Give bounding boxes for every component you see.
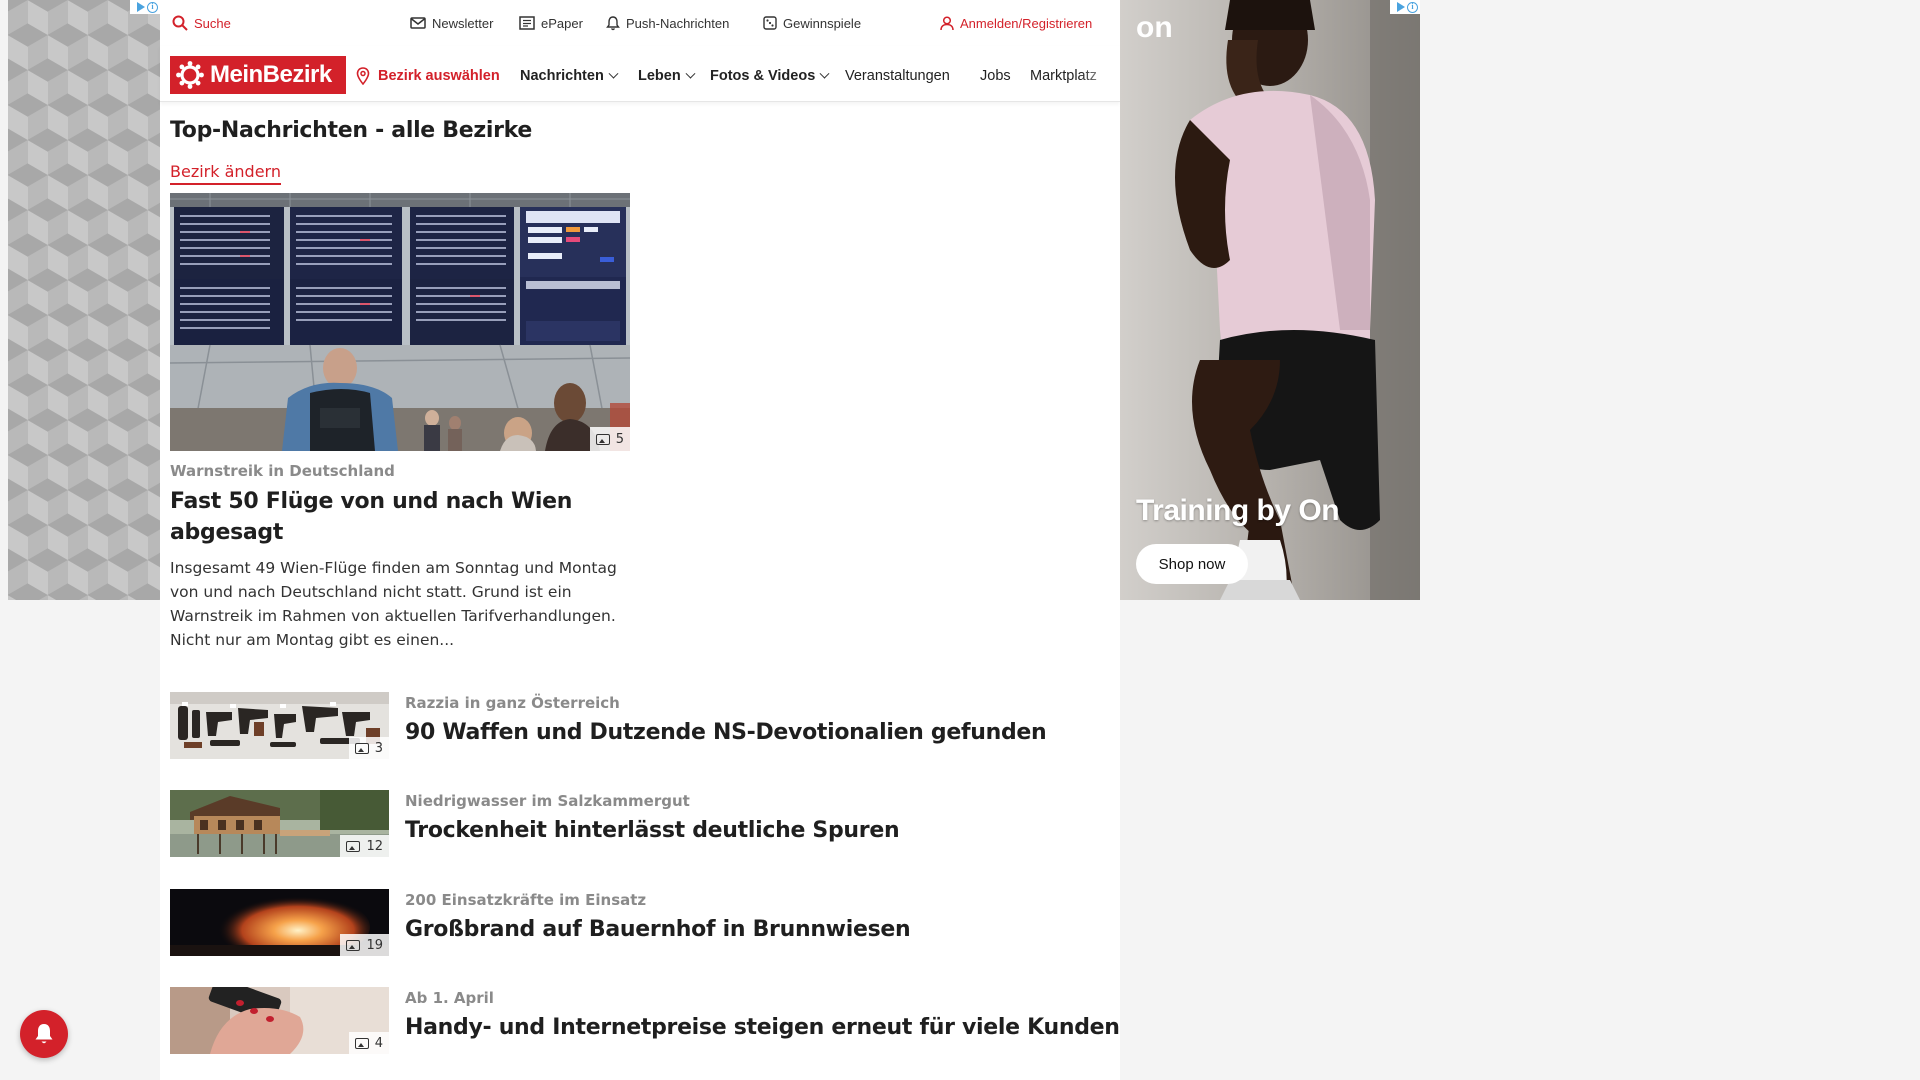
gallery-count-badge: 3 [348,737,389,759]
ad-claim: Training by On [1136,494,1340,527]
select-district-button[interactable]: Bezirk auswählen [356,66,500,86]
nav-item-label: Leben [638,68,681,84]
login-link[interactable]: Anmelden/Registrieren [940,14,1092,32]
chevron-down-icon [685,68,696,79]
nav-item-fotos-videos[interactable]: Fotos & Videos [710,66,830,86]
gallery-count: 3 [374,740,383,756]
select-district-label: Bezirk auswählen [378,68,500,84]
logo-sun-icon [176,61,204,89]
chevron-down-icon [819,68,830,79]
hero-teaser: Insgesamt 49 Wien-Flüge finden am Sonnta… [170,559,617,649]
user-icon [940,15,954,30]
login-label: Anmelden/Registrieren [960,15,1093,31]
newsletter-label: Newsletter [432,15,494,31]
gallery-icon [346,939,361,951]
article-thumbnail[interactable]: 3 [170,692,389,759]
utility-bar: Suche Newsletter ePaper Push-Nachrichten… [160,0,1120,46]
gallery-count: 12 [366,838,383,854]
mail-icon [410,17,426,29]
list-item[interactable]: 4 Ab 1. April Handy- und Internetpreise … [170,987,1120,1055]
search-label: Suche [194,15,231,31]
newspaper-icon [519,16,535,30]
adchoices-info-icon: i [1407,1,1418,13]
adchoices-play-icon [137,2,145,12]
adchoices-badge[interactable]: i [1390,0,1420,14]
push-label: Push-Nachrichten [626,15,730,31]
hero-image[interactable]: 5 [170,193,630,451]
gallery-count: 5 [615,431,624,447]
article-kicker: 200 Einsatzkräfte im Einsatz [405,891,647,909]
gallery-count: 19 [366,937,383,953]
gallery-icon [354,742,369,754]
meinbezirk-logo[interactable]: MeinBezirk [170,56,346,94]
airport-departure-boards-image [170,193,630,451]
nav-item-label: Fotos & Videos [710,68,816,84]
change-district-link[interactable]: Bezirk ändern [170,162,281,185]
main-navigation: MeinBezirk Bezirk auswählen Nachrichten … [160,46,1120,102]
notification-bell-button[interactable] [20,1010,68,1058]
hero-kicker: Warnstreik in Deutschland [170,462,395,480]
article-thumbnail[interactable]: 12 [170,790,389,857]
article-kicker: Razzia in ganz Österreich [405,694,620,712]
article-thumbnail[interactable]: 4 [170,987,389,1054]
gallery-count: 4 [374,1035,383,1051]
bell-icon [35,1024,53,1044]
logo-text: MeinBezirk [210,61,332,88]
gallery-icon [346,840,361,852]
bell-icon [606,15,620,30]
article-headline[interactable]: 90 Waffen und Dutzende NS-Devotionalien … [405,720,1047,745]
push-link[interactable]: Push-Nachrichten [606,14,729,32]
nav-item-label: Jobs [980,68,1011,84]
article-thumbnail[interactable]: 19 [170,889,389,956]
article-kicker: Niedrigwasser im Salzkammergut [405,792,690,810]
list-item[interactable]: 3 Razzia in ganz Österreich 90 Waffen un… [170,692,1110,760]
nav-item-veranstaltungen[interactable]: Veranstaltungen [845,66,950,86]
gallery-count-badge: 4 [348,1032,389,1054]
shop-now-button[interactable]: Shop now [1136,544,1248,584]
nav-item-leben[interactable]: Leben [638,66,696,86]
hero-headline[interactable]: Fast 50 Flüge von und nach Wien abgesagt [170,486,640,548]
nav-item-jobs[interactable]: Jobs [980,66,1011,86]
newsletter-link[interactable]: Newsletter [410,14,493,32]
gallery-count-badge: 12 [340,835,389,857]
contests-label: Gewinnspiele [783,15,862,31]
search-icon [172,15,188,31]
article-headline[interactable]: Trockenheit hinterlässt deutliche Spuren [405,818,900,843]
nav-item-label: Nachrichten [520,68,604,84]
left-ad-banner[interactable]: i [8,0,160,600]
epaper-label: ePaper [541,15,583,31]
list-item[interactable]: 12 Niedrigwasser im Salzkammergut Trocke… [170,790,1110,858]
right-ad-banner[interactable]: i on Training by On Shop now [1120,0,1420,600]
nav-item-nachrichten[interactable]: Nachrichten [520,66,619,86]
dice-icon [763,16,777,30]
page-title: Top-Nachrichten - alle Bezirke [170,118,533,143]
adchoices-badge[interactable]: i [130,0,160,14]
gallery-icon [354,1037,369,1049]
adchoices-info-icon: i [147,1,158,13]
gallery-count-badge: 5 [589,427,630,451]
nav-item-label: Veranstaltungen [845,68,950,84]
search-link[interactable]: Suche [172,14,231,32]
nav-overflow-fade [1080,60,1120,94]
gallery-icon [595,433,610,445]
article-headline[interactable]: Großbrand auf Bauernhof in Brunnwiesen [405,917,911,942]
chevron-down-icon [608,68,619,79]
list-item[interactable]: 19 200 Einsatzkräfte im Einsatz Großbran… [170,889,1110,957]
epaper-link[interactable]: ePaper [519,14,583,32]
article-headline[interactable]: Handy- und Internetpreise steigen erneut… [405,1015,1120,1040]
article-kicker: Ab 1. April [405,989,494,1007]
contests-link[interactable]: Gewinnspiele [763,14,861,32]
pin-icon [356,67,370,85]
on-brand-logo: on [1136,11,1173,44]
adchoices-play-icon [1397,2,1405,12]
gallery-count-badge: 19 [340,934,389,956]
main-column: Suche Newsletter ePaper Push-Nachrichten… [160,0,1120,1080]
